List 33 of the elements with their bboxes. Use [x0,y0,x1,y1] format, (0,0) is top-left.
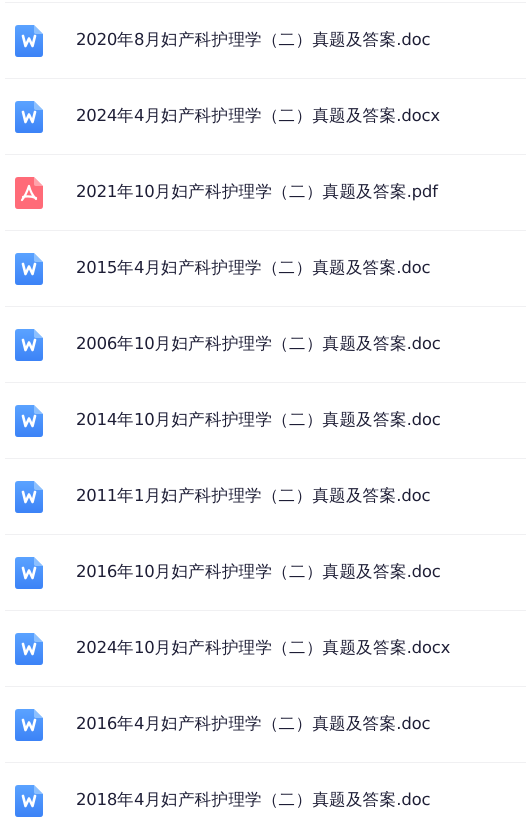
file-row[interactable]: 2024年4月妇产科护理学（二）真题及答案.docx [5,79,526,155]
file-row[interactable]: 2015年4月妇产科护理学（二）真题及答案.doc [5,231,526,307]
file-row[interactable]: 2020年8月妇产科护理学（二）真题及答案.doc [5,3,526,79]
word-file-icon [15,480,43,512]
file-name: 2021年10月妇产科护理学（二）真题及答案.pdf [76,181,438,204]
word-file-icon [15,24,43,56]
word-file-icon [15,328,43,360]
file-row[interactable]: 2011年1月妇产科护理学（二）真题及答案.doc [5,459,526,535]
word-file-icon [15,784,43,816]
file-row[interactable]: 2018年4月妇产科护理学（二）真题及答案.doc [5,763,526,830]
file-row[interactable]: 2021年10月妇产科护理学（二）真题及答案.pdf [5,155,526,231]
file-row[interactable]: 2016年10月妇产科护理学（二）真题及答案.doc [5,535,526,611]
file-row[interactable]: 2006年10月妇产科护理学（二）真题及答案.doc [5,307,526,383]
word-file-icon [15,708,43,740]
file-name: 2018年4月妇产科护理学（二）真题及答案.doc [76,789,430,812]
file-row[interactable]: 2024年10月妇产科护理学（二）真题及答案.docx [5,611,526,687]
file-name: 2024年4月妇产科护理学（二）真题及答案.docx [76,105,440,128]
word-file-icon [15,100,43,132]
word-file-icon [15,632,43,664]
word-file-icon [15,556,43,588]
file-name: 2020年8月妇产科护理学（二）真题及答案.doc [76,29,430,52]
file-row[interactable]: 2016年4月妇产科护理学（二）真题及答案.doc [5,687,526,763]
file-row[interactable]: 2014年10月妇产科护理学（二）真题及答案.doc [5,383,526,459]
pdf-file-icon [15,176,43,208]
file-name: 2015年4月妇产科护理学（二）真题及答案.doc [76,257,430,280]
file-name: 2016年4月妇产科护理学（二）真题及答案.doc [76,713,430,736]
file-name: 2006年10月妇产科护理学（二）真题及答案.doc [76,333,441,356]
word-file-icon [15,404,43,436]
file-name: 2014年10月妇产科护理学（二）真题及答案.doc [76,409,441,432]
file-name: 2016年10月妇产科护理学（二）真题及答案.doc [76,561,441,584]
file-name: 2011年1月妇产科护理学（二）真题及答案.doc [76,485,430,508]
file-name: 2024年10月妇产科护理学（二）真题及答案.docx [76,637,450,660]
word-file-icon [15,252,43,284]
